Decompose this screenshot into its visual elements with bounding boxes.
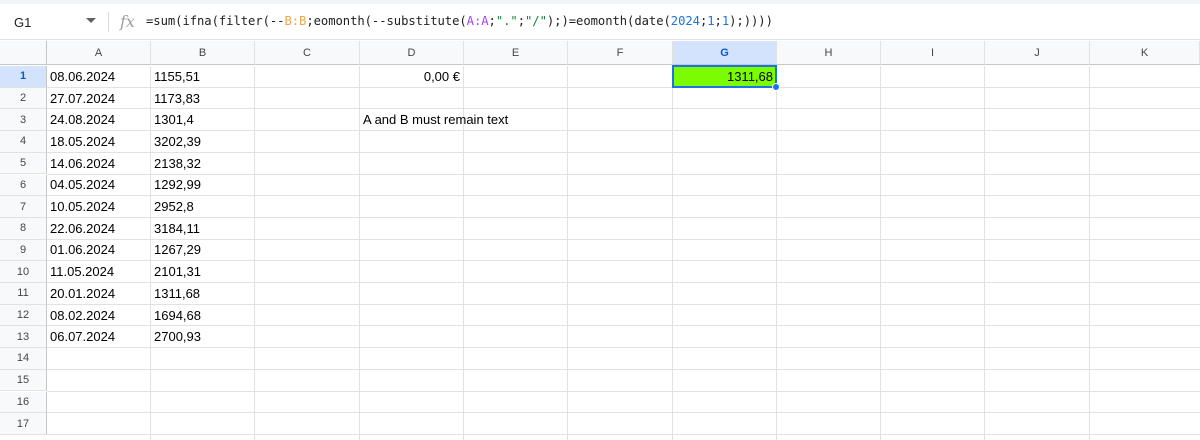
row-header-2[interactable]: 2 [0, 87, 47, 110]
grid-column-line [880, 66, 881, 440]
grid-column-line [254, 66, 255, 440]
row-header-7[interactable]: 7 [0, 196, 47, 218]
formula-token: );)))) [729, 14, 773, 28]
grid-column-line [776, 66, 777, 440]
row-header-9[interactable]: 9 [0, 239, 47, 262]
column-header-c[interactable]: C [255, 41, 360, 65]
cell-b11[interactable]: 1311,68 [151, 283, 254, 304]
formula-token: 2024 [670, 14, 700, 28]
formula-token: "/" [525, 14, 547, 28]
cell-b3[interactable]: 1301,4 [151, 109, 254, 130]
grid-column-line [984, 66, 985, 440]
cell-a2[interactable]: 27.07.2024 [47, 88, 150, 109]
cell-a5[interactable]: 14.06.2024 [47, 153, 150, 174]
row-header-8[interactable]: 8 [0, 217, 47, 240]
row-header-6[interactable]: 6 [0, 174, 47, 197]
cell-grid[interactable]: 08.06.2024 27.07.2024 24.08.2024 18.05.2024… [47, 65, 1200, 440]
column-header-f[interactable]: F [568, 41, 673, 65]
row-header-14[interactable]: 14 [0, 348, 47, 370]
formula-token: ;eomonth(--substitute( [306, 14, 467, 28]
cell-b4[interactable]: 3202,39 [151, 131, 254, 152]
grid-row-line [47, 412, 1200, 414]
cell-d3[interactable]: A and B must remain text [360, 109, 560, 130]
formula-token: B:B [284, 14, 307, 28]
row-header-5[interactable]: 5 [0, 152, 47, 175]
select-all-corner[interactable] [0, 41, 47, 65]
row-header-3[interactable]: 3 [0, 109, 47, 132]
row-header-15[interactable]: 15 [0, 369, 47, 392]
chevron-down-icon[interactable] [86, 18, 96, 23]
row-header-4[interactable]: 4 [0, 131, 47, 153]
cell-a6[interactable]: 04.05.2024 [47, 175, 150, 196]
column-header-b[interactable]: B [151, 41, 255, 65]
formula-token: 1 [707, 14, 715, 28]
cell-a13[interactable]: 06.07.2024 [47, 326, 150, 347]
cell-a7[interactable]: 10.05.2024 [47, 196, 150, 217]
column-header-j[interactable]: J [985, 41, 1090, 65]
formula-token: A:A [466, 14, 489, 28]
column-header-a[interactable]: A [47, 41, 151, 65]
column-header-e[interactable]: E [464, 41, 568, 65]
grid-column-line [1089, 66, 1090, 440]
cell-a1[interactable]: 08.06.2024 [47, 66, 150, 87]
cell-a3[interactable]: 24.08.2024 [47, 109, 150, 130]
column-header-i[interactable]: I [881, 41, 985, 65]
fx-icon: fx [120, 12, 135, 31]
cell-b7[interactable]: 2952,8 [151, 196, 254, 217]
row-header-12[interactable]: 12 [0, 304, 47, 327]
cell-b10[interactable]: 2101,31 [151, 261, 254, 282]
row-header-16[interactable]: 16 [0, 391, 47, 414]
fill-handle[interactable] [772, 82, 780, 91]
grid-row-line [47, 347, 1200, 349]
cell-a11[interactable]: 20.01.2024 [47, 283, 150, 304]
row-header-17[interactable]: 17 [0, 413, 47, 435]
formula-bar: G1 fx =sum(ifna(filter(--B:B;eomonth(--s… [0, 4, 1200, 40]
formula-input[interactable]: =sum(ifna(filter(--B:B;eomonth(--substit… [146, 14, 773, 28]
formula-token: ; [488, 14, 496, 28]
cell-b13[interactable]: 2700,93 [151, 326, 254, 347]
row-header-11[interactable]: 11 [0, 283, 47, 305]
formula-token: =sum(ifna(filter(-- [146, 14, 285, 28]
row-header-10[interactable]: 10 [0, 261, 47, 283]
formula-token: "." [495, 14, 518, 28]
cell-a4[interactable]: 18.05.2024 [47, 131, 150, 152]
cell-b2[interactable]: 1173,83 [151, 88, 254, 109]
cell-b9[interactable]: 1267,29 [151, 240, 254, 261]
grid-row-line [47, 433, 1200, 435]
grid-row-line [47, 368, 1200, 370]
formula-token: ; [517, 14, 526, 28]
cell-b5[interactable]: 2138,32 [151, 153, 254, 174]
cell-b1[interactable]: 1155,51 [151, 66, 254, 87]
column-header-g[interactable]: G [673, 41, 777, 65]
row-header-1[interactable]: 1 [0, 66, 47, 88]
column-header-h[interactable]: H [777, 41, 881, 65]
cell-a10[interactable]: 11.05.2024 [47, 261, 150, 282]
cell-b12[interactable]: 1694,68 [151, 305, 254, 326]
formula-bar-divider [108, 12, 109, 32]
grid-column-line [567, 66, 568, 440]
column-header-k[interactable]: K [1090, 41, 1200, 65]
grid-column-line [672, 66, 673, 440]
cell-a8[interactable]: 22.06.2024 [47, 218, 150, 239]
row-header-13[interactable]: 13 [0, 326, 47, 349]
cell-g1[interactable]: 1311,68 [673, 66, 776, 87]
column-header-d[interactable]: D [360, 41, 464, 65]
formula-token: );)=eomonth(date( [546, 14, 671, 28]
name-box-value: G1 [14, 14, 32, 30]
cell-d1[interactable]: 0,00 € [360, 66, 463, 87]
cell-b8[interactable]: 3184,11 [151, 218, 254, 239]
cell-a12[interactable]: 08.02.2024 [47, 305, 150, 326]
cell-b6[interactable]: 1292,99 [151, 175, 254, 196]
cell-a9[interactable]: 01.06.2024 [47, 240, 150, 261]
grid-row-line [47, 390, 1200, 392]
formula-token: ; [714, 14, 722, 28]
